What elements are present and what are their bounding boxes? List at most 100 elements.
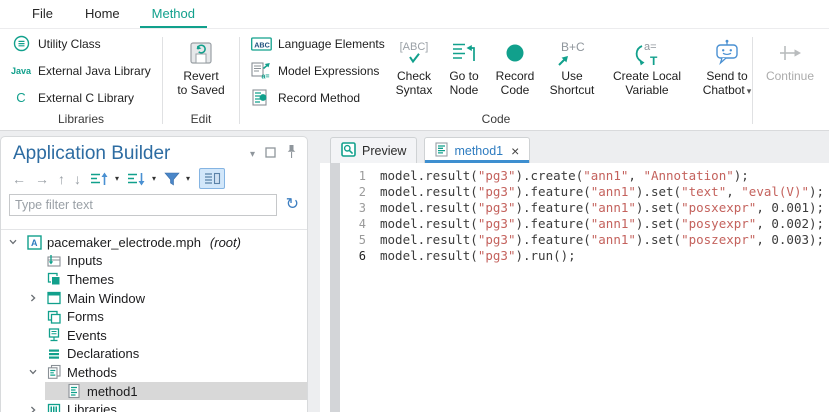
revert-to-saved-button[interactable]: Revert to Saved xyxy=(169,29,233,112)
code-string: "ann1" xyxy=(591,216,636,232)
show-details-toggle[interactable] xyxy=(199,168,225,189)
code-text: model.result( xyxy=(380,232,478,248)
external-java-library-button[interactable]: Java External Java Library xyxy=(6,58,156,84)
tab-method[interactable]: Method xyxy=(140,0,207,28)
expand-all-icon[interactable] xyxy=(124,169,149,189)
close-tab-icon[interactable]: × xyxy=(511,145,519,157)
c-icon: C xyxy=(9,90,33,105)
code-string: "posxexpr" xyxy=(681,200,756,216)
code-text: ).feature( xyxy=(515,232,590,248)
chevron-down-icon[interactable]: ▾ xyxy=(152,174,158,183)
revert-to-saved-icon xyxy=(188,36,214,69)
use-shortcut-icon: B+C xyxy=(552,36,592,69)
methods-icon xyxy=(46,364,62,380)
tree-chevron-expanded-icon[interactable] xyxy=(5,237,21,247)
code-text: model.result( xyxy=(380,200,478,216)
record-method-button[interactable]: Record Method xyxy=(246,85,384,111)
revert-label-line1: Revert xyxy=(177,69,224,83)
line-number: 3 xyxy=(340,200,380,216)
move-down-icon[interactable]: ↓ xyxy=(71,169,84,189)
svg-text:a=: a= xyxy=(262,74,270,80)
external-c-library-button[interactable]: C External C Library xyxy=(6,85,156,111)
tab-file[interactable]: File xyxy=(20,0,65,28)
go-to-node-button[interactable]: Go to Node xyxy=(442,29,486,112)
application-builder-panel: Application Builder ▾ ← → ↑ ↓ ▾ ▾ ▾ ↻ Ap… xyxy=(0,136,308,412)
record-code-line1: Record xyxy=(496,69,535,83)
create-local-variable-line2: Variable xyxy=(613,83,681,97)
ribbon-group-continue: Continue xyxy=(753,29,827,130)
panel-header: Application Builder ▾ xyxy=(1,137,307,165)
code-text: ).create( xyxy=(515,168,583,184)
check-syntax-line1: Check xyxy=(396,69,433,83)
java-icon: Java xyxy=(9,66,33,76)
tree-item-inputs[interactable]: Inputs xyxy=(1,252,307,271)
code-text: model.result( xyxy=(380,248,478,264)
tab-home[interactable]: Home xyxy=(73,0,132,28)
tree-item-methods[interactable]: Methods xyxy=(1,363,307,382)
create-local-variable-button[interactable]: a=T Create Local Variable xyxy=(604,29,690,112)
tree-item-themes[interactable]: Themes xyxy=(1,270,307,289)
use-shortcut-button[interactable]: B+C Use Shortcut xyxy=(544,29,600,112)
chevron-down-icon[interactable]: ▾ xyxy=(186,174,192,183)
group-label-code: Code xyxy=(240,112,752,130)
model-expressions-icon: a= xyxy=(249,62,273,79)
tab-method1[interactable]: method1 × xyxy=(424,137,530,163)
filter-input[interactable] xyxy=(9,194,277,216)
code-text: , xyxy=(628,168,643,184)
check-syntax-line2: Syntax xyxy=(396,83,433,97)
language-elements-button[interactable]: ABC Language Elements xyxy=(246,31,384,57)
tree-chevron-expanded-icon[interactable] xyxy=(25,367,41,377)
code-text: , xyxy=(726,184,741,200)
forward-arrow-icon[interactable]: → xyxy=(32,169,52,189)
check-syntax-button[interactable]: [ABC] Check Syntax xyxy=(390,29,438,112)
panel-menu-chevron-icon[interactable]: ▾ xyxy=(250,149,255,160)
float-window-icon[interactable] xyxy=(265,145,276,163)
tree-chevron-collapsed-icon[interactable] xyxy=(25,293,41,303)
code-string: "ann1" xyxy=(591,184,636,200)
code-text: ); xyxy=(809,184,824,200)
ribbon: File Home Method Utility Class Java Exte… xyxy=(0,0,829,131)
refresh-icon[interactable]: ↻ xyxy=(286,197,299,213)
code-line-6[interactable]: 6model.result("pg3").run(); xyxy=(340,248,829,264)
filter-icon[interactable] xyxy=(161,169,183,189)
libraries-icon xyxy=(46,402,62,412)
continue-icon xyxy=(777,36,803,69)
model-expressions-button[interactable]: a= Model Expressions xyxy=(246,58,384,84)
send-to-chatbot-button[interactable]: Send to Chatbot▾ xyxy=(694,29,760,112)
tree-item-main-window[interactable]: Main Window xyxy=(1,289,307,308)
collapse-all-icon[interactable] xyxy=(87,169,112,189)
tree-chevron-collapsed-icon[interactable] xyxy=(25,405,41,412)
language-elements-icon: ABC xyxy=(249,36,273,52)
move-up-icon[interactable]: ↑ xyxy=(55,169,68,189)
code-editor[interactable]: 1model.result("pg3").create("ann1", "Ann… xyxy=(320,163,829,412)
code-line-3[interactable]: 3model.result("pg3").feature("ann1").set… xyxy=(340,200,829,216)
tree-item-events[interactable]: Events xyxy=(1,326,307,345)
go-to-node-line1: Go to xyxy=(449,69,478,83)
tree-item-pacemaker-electrode-mph[interactable]: Apacemaker_electrode.mph(root) xyxy=(1,233,307,252)
back-arrow-icon[interactable]: ← xyxy=(9,169,29,189)
code-line-2[interactable]: 2model.result("pg3").feature("ann1").set… xyxy=(340,184,829,200)
code-text: , 0.002); xyxy=(756,216,824,232)
code-string: "ann1" xyxy=(591,200,636,216)
ribbon-group-code: ABC Language Elements a= Model Expressio… xyxy=(240,29,752,130)
utility-class-icon xyxy=(9,35,33,52)
breakpoint-gutter[interactable] xyxy=(330,163,340,412)
chevron-down-icon[interactable]: ▾ xyxy=(115,174,121,183)
continue-button[interactable]: Continue xyxy=(755,29,825,112)
app-window: { "colors":{"accent_teal":"#11A08C","acc… xyxy=(0,0,829,412)
tree-item-libraries[interactable]: Libraries xyxy=(1,400,307,412)
utility-class-button[interactable]: Utility Class xyxy=(6,31,156,57)
external-java-library-label: External Java Library xyxy=(38,64,151,78)
code-line-5[interactable]: 5model.result("pg3").feature("ann1").set… xyxy=(340,232,829,248)
tab-preview[interactable]: Preview xyxy=(330,137,417,163)
tree-item-method1[interactable]: method1 xyxy=(1,382,307,401)
record-code-button[interactable]: Record Code xyxy=(490,29,540,112)
code-line-1[interactable]: 1model.result("pg3").create("ann1", "Ann… xyxy=(340,168,829,184)
code-text: ); xyxy=(734,168,749,184)
pin-icon[interactable] xyxy=(286,144,297,164)
code-line-4[interactable]: 4model.result("pg3").feature("ann1").set… xyxy=(340,216,829,232)
tree-item-declarations[interactable]: Declarations xyxy=(1,345,307,364)
code-text: ).set( xyxy=(636,232,681,248)
tree-item-label: Declarations xyxy=(67,346,139,361)
tree-item-forms[interactable]: Forms xyxy=(1,307,307,326)
